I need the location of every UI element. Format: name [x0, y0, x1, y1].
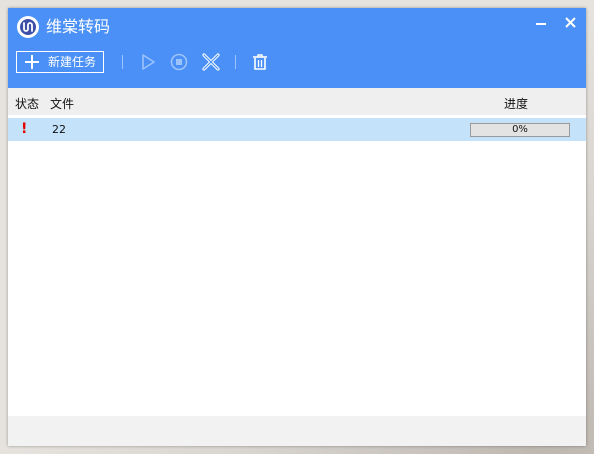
task-progress-text: 0%: [512, 124, 528, 135]
toolbar: 新建任务: [8, 50, 586, 78]
stop-circle-icon: [170, 53, 188, 71]
app-logo-icon: [17, 16, 39, 38]
column-header-progress[interactable]: 进度: [504, 95, 528, 112]
plus-icon: [25, 55, 39, 69]
task-row[interactable]: ! 22 0%: [8, 118, 586, 141]
toolbar-divider: [235, 55, 236, 69]
list-header: 状态 文件 进度: [8, 88, 586, 115]
close-icon: [565, 17, 576, 28]
minimize-icon: [536, 23, 546, 25]
play-icon: [142, 54, 155, 70]
new-task-button[interactable]: 新建任务: [16, 51, 104, 73]
close-button[interactable]: [561, 13, 581, 33]
title-bar[interactable]: 维棠转码 新建任务: [8, 8, 586, 88]
trash-icon: [253, 54, 267, 70]
start-button[interactable]: [138, 52, 158, 72]
app-window: 维棠转码 新建任务 状态 文件 进度 ! 22 0%: [8, 8, 586, 446]
app-title: 维棠转码: [46, 17, 111, 36]
task-progress-bar: 0%: [470, 123, 570, 137]
delete-button[interactable]: [250, 52, 270, 72]
cross-icon: [202, 53, 220, 71]
status-bar: [8, 416, 586, 446]
toolbar-divider: [122, 55, 123, 69]
minimize-button[interactable]: [531, 13, 551, 33]
column-header-status[interactable]: 状态: [15, 95, 39, 112]
task-file-name: 22: [52, 123, 66, 136]
new-task-label: 新建任务: [48, 55, 97, 69]
cancel-button[interactable]: [201, 52, 221, 72]
task-list[interactable]: ! 22 0%: [8, 115, 586, 416]
exclamation-icon: !: [21, 121, 28, 137]
stop-button[interactable]: [169, 52, 189, 72]
column-header-file[interactable]: 文件: [50, 95, 74, 112]
